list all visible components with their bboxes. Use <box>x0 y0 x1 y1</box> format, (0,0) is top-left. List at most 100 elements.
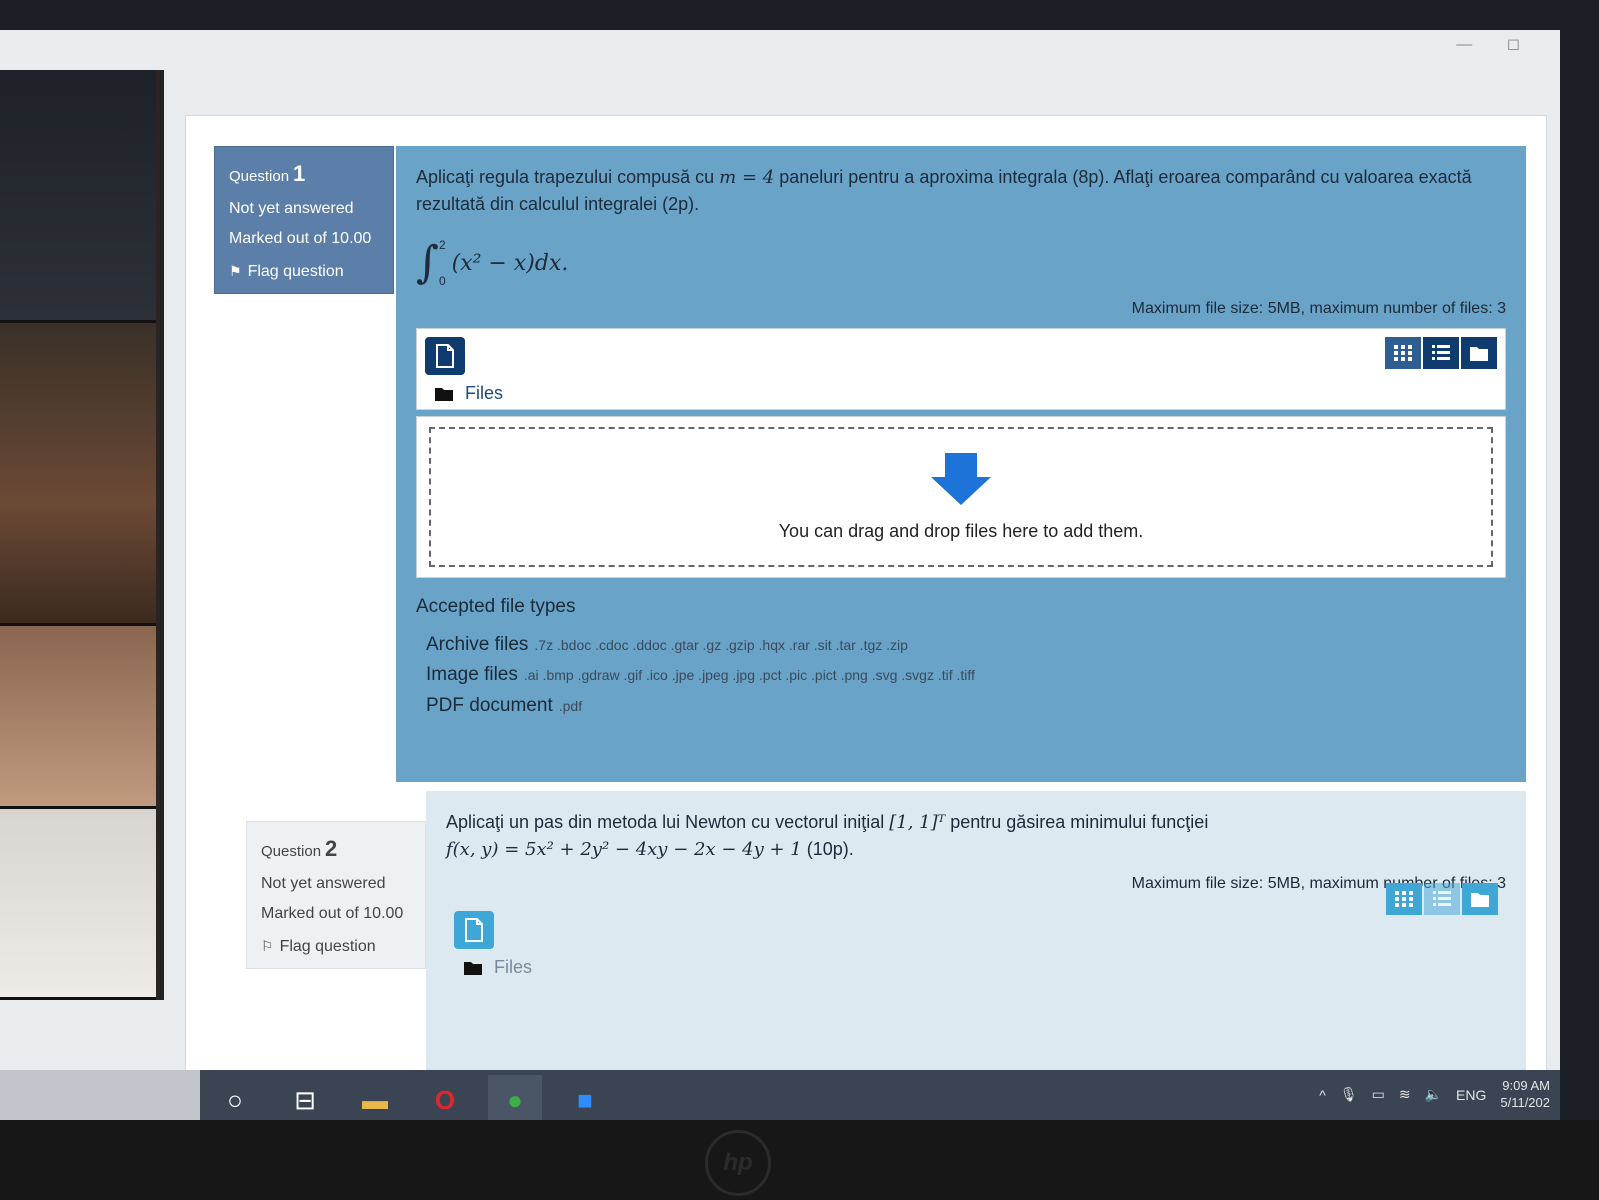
folder-icon <box>435 387 453 401</box>
type-extensions: .pdf <box>558 697 583 714</box>
chevron-up-icon[interactable]: ^ <box>1319 1087 1326 1103</box>
question-label: Question <box>229 168 290 185</box>
filepicker-toolbar: Files <box>416 328 1506 410</box>
question-1-body: Aplicaţi regula trapezului compusă cu m … <box>396 146 1526 782</box>
type-name: PDF document <box>426 694 553 716</box>
integral-limits: 2 0 <box>439 238 446 288</box>
question-points: (10p). <box>801 839 854 859</box>
question-number: 2 <box>325 836 338 861</box>
tree-view-button[interactable] <box>1462 883 1498 915</box>
list-icon <box>1432 345 1450 360</box>
filepicker-path: Files <box>435 383 503 404</box>
filepicker-path: Files <box>464 957 532 978</box>
maximize-icon[interactable]: ◻ <box>1507 36 1520 53</box>
integral-sign: ∫ <box>416 237 439 288</box>
video-tile <box>0 70 156 323</box>
question-text: Aplicaţi un pas din metoda lui Newton cu… <box>446 809 1506 836</box>
video-tile <box>0 626 156 809</box>
system-tray: ^ 🎙 ▭ ≋ 🔈 ENG 9:09 AM 5/11/202 <box>1319 1078 1550 1112</box>
download-arrow-icon <box>931 452 991 505</box>
grid-icon <box>1394 345 1412 361</box>
video-call-strip <box>0 70 164 1000</box>
battery-icon[interactable]: ▭ <box>1372 1086 1385 1103</box>
list-view-button[interactable] <box>1423 337 1459 369</box>
folder-icon <box>1471 893 1489 907</box>
question-1-info: Question 1 Not yet answered Marked out of… <box>214 146 394 294</box>
integral-upper: 2 <box>438 238 446 252</box>
start-icon[interactable]: ○ <box>208 1075 262 1120</box>
flag-icon: ⚐ <box>261 937 274 954</box>
wifi-icon[interactable]: ≋ <box>1399 1086 1411 1103</box>
files-folder-label[interactable]: Files <box>465 383 503 404</box>
file-add-icon <box>436 344 454 368</box>
flag-question-button[interactable]: ⚐ Flag question <box>261 936 411 958</box>
files-folder-label[interactable]: Files <box>494 957 532 978</box>
folder-icon <box>464 961 482 975</box>
integrand: (x² − x)dx. <box>451 250 569 276</box>
chrome-icon[interactable]: ● <box>488 1075 542 1120</box>
accepted-type-archive: Archive files .7z .bdoc .cdoc .ddoc .gtar… <box>426 630 1506 660</box>
view-switcher <box>1386 883 1498 915</box>
filepicker-toolbar: Files <box>446 883 1506 983</box>
question-marks: Marked out of 10.00 <box>229 230 372 248</box>
tree-view-button[interactable] <box>1461 337 1497 369</box>
question-text-part: Aplicaţi regula trapezului compusă cu <box>416 167 720 187</box>
video-tile <box>0 323 156 626</box>
flag-question-label: Flag question <box>247 262 344 280</box>
clock-time: 9:09 AM <box>1502 1078 1550 1093</box>
flag-question-button[interactable]: ⚑ Flag question <box>229 261 379 283</box>
question-status: Not yet answered <box>261 874 386 892</box>
grid-view-button[interactable] <box>1385 337 1421 369</box>
question-text: Aplicaţi regula trapezului compusă cu m … <box>416 164 1506 218</box>
windows-taskbar: ○ ⊟ ▬ O ● ■ ^ 🎙 ▭ ≋ 🔈 ENG 9:09 AM 5/11/2… <box>0 1070 1560 1120</box>
flag-question-label: Flag question <box>279 937 376 955</box>
list-view-button[interactable] <box>1424 883 1460 915</box>
clock[interactable]: 9:09 AM 5/11/202 <box>1500 1078 1550 1112</box>
math-formula: f(x, y) = 5x² + 2y² − 4xy − 2x − 4y + 1 <box>446 839 802 860</box>
list-icon <box>1433 891 1451 906</box>
hp-logo: hp <box>705 1130 771 1196</box>
zoom-icon[interactable]: ■ <box>558 1075 612 1120</box>
integral-lower: 0 <box>438 274 446 288</box>
add-file-button[interactable] <box>425 337 465 375</box>
language-indicator[interactable]: ENG <box>1456 1087 1486 1103</box>
accepted-file-types-title: Accepted file types <box>416 596 576 617</box>
type-name: Image files <box>426 664 518 686</box>
volume-icon[interactable]: 🔈 <box>1425 1086 1442 1103</box>
monitor-bezel: hp <box>0 1120 1599 1200</box>
taskbar-search[interactable] <box>0 1070 200 1120</box>
question-text-part: pentru găsirea minimului funcţiei <box>945 812 1209 832</box>
folder-icon <box>1470 347 1488 361</box>
accepted-type-image: Image files .ai .bmp .gdraw .gif .ico .jp… <box>426 660 1506 690</box>
dropzone-text: You can drag and drop files here to add … <box>778 520 1144 541</box>
screen: — ◻ Question 1 Not yet answered Marked ou… <box>0 30 1560 1120</box>
question-marks: Marked out of 10.00 <box>261 905 404 923</box>
accepted-type-pdf: PDF document .pdf <box>426 691 1506 721</box>
minimize-icon[interactable]: — <box>1456 36 1472 53</box>
type-name: Archive files <box>426 634 529 655</box>
grid-view-button[interactable] <box>1386 883 1422 915</box>
opera-icon[interactable]: O <box>418 1075 472 1120</box>
question-formula: f(x, y) = 5x² + 2y² − 4xy − 2x − 4y + 1 … <box>446 836 1506 863</box>
integral-expression: ∫ 2 0 (x² − x)dx. <box>416 238 1506 288</box>
task-view-icon[interactable]: ⊟ <box>278 1075 332 1120</box>
type-extensions: .ai .bmp .gdraw .gif .ico .jpe .jpeg .jp… <box>523 667 975 684</box>
dropzone-area[interactable]: You can drag and drop files here to add … <box>429 427 1493 567</box>
question-2-info: Question 2 Not yet answered Marked out of… <box>246 821 426 969</box>
add-file-button[interactable] <box>454 911 494 949</box>
window-controls: — ◻ <box>1426 34 1520 54</box>
math-m: m = 4 <box>719 167 775 188</box>
file-dropzone[interactable]: You can drag and drop files here to add … <box>416 416 1506 578</box>
question-number: 1 <box>293 161 306 186</box>
type-extensions: .7z .bdoc .cdoc .ddoc .gtar .gz .gzip .h… <box>534 637 908 653</box>
max-file-size: Maximum file size: 5MB, maximum number o… <box>1131 300 1506 317</box>
file-explorer-icon[interactable]: ▬ <box>348 1075 402 1120</box>
question-text-part: Aplicaţi un pas din metoda lui Newton cu… <box>446 812 890 832</box>
file-add-icon <box>465 918 483 942</box>
microphone-icon[interactable]: 🎙 <box>1340 1086 1358 1103</box>
view-switcher <box>1385 337 1497 369</box>
video-tile <box>0 809 156 1000</box>
math-vector: [1, 1]ᵀ <box>889 812 946 833</box>
clock-date: 5/11/202 <box>1500 1094 1550 1110</box>
grid-icon <box>1395 891 1413 907</box>
